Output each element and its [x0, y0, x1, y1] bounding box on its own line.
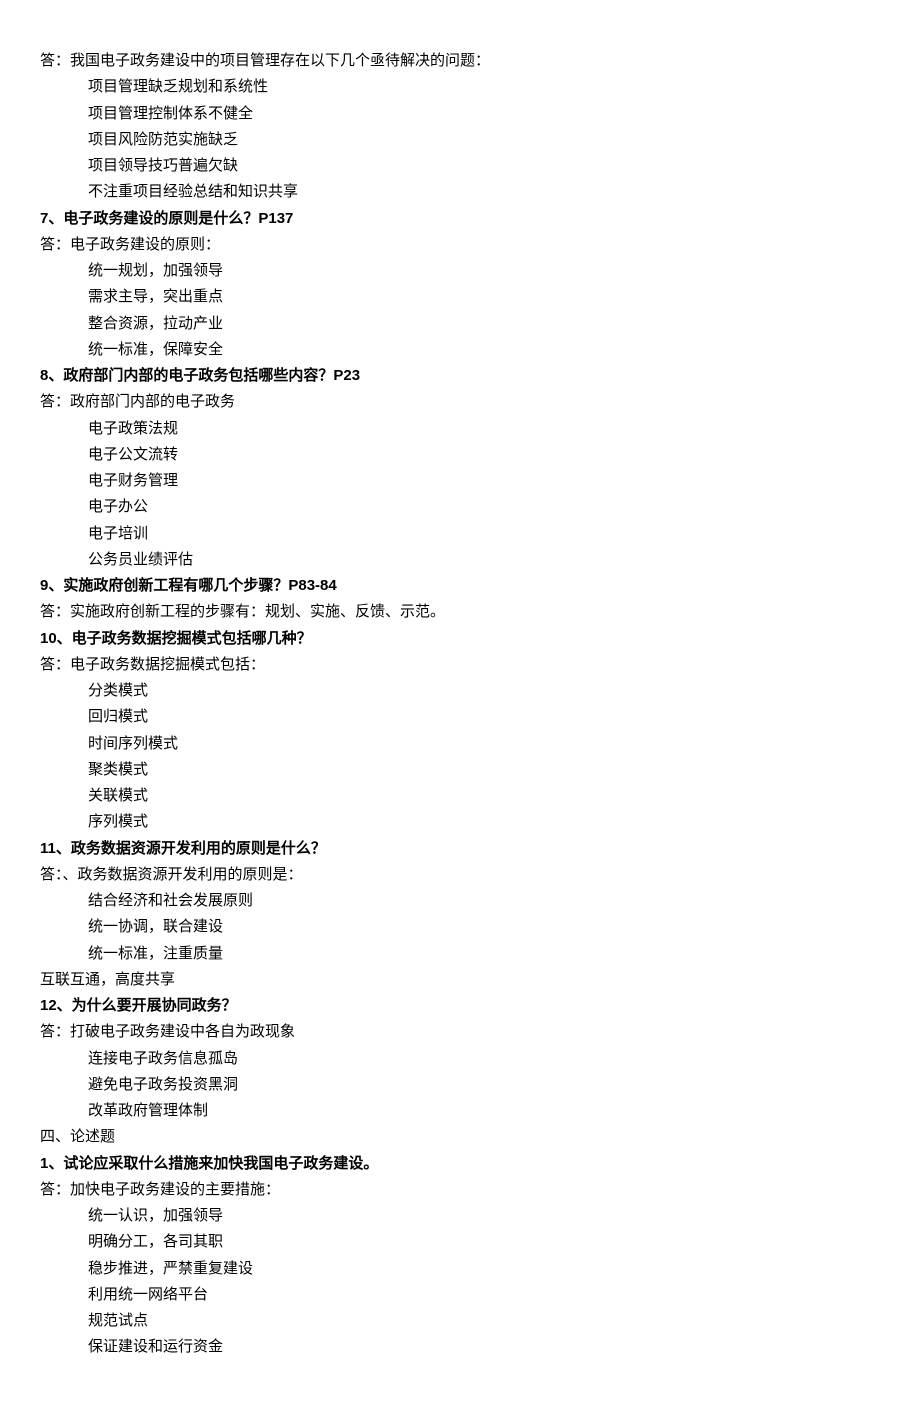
question-heading: 9、实施政府创新工程有哪几个步骤？P83-84 — [40, 573, 880, 599]
text-line: 项目风险防范实施缺乏 — [40, 127, 880, 153]
text-line: 答：、政务数据资源开发利用的原则是： — [40, 862, 880, 888]
text-line: 需求主导，突出重点 — [40, 284, 880, 310]
text-line: 统一标准，保障安全 — [40, 337, 880, 363]
text-line: 公务员业绩评估 — [40, 547, 880, 573]
question-heading: 1、试论应采取什么措施来加快我国电子政务建设。 — [40, 1151, 880, 1177]
text-line: 分类模式 — [40, 678, 880, 704]
text-line: 保证建设和运行资金 — [40, 1334, 880, 1360]
text-line: 规范试点 — [40, 1308, 880, 1334]
text-line: 避免电子政务投资黑洞 — [40, 1072, 880, 1098]
text-line: 关联模式 — [40, 783, 880, 809]
text-line: 答：打破电子政务建设中各自为政现象 — [40, 1019, 880, 1045]
text-line: 答：我国电子政务建设中的项目管理存在以下几个亟待解决的问题： — [40, 48, 880, 74]
text-line: 答：电子政务建设的原则： — [40, 232, 880, 258]
question-heading: 11、政务数据资源开发利用的原则是什么？ — [40, 836, 880, 862]
text-line: 不注重项目经验总结和知识共享 — [40, 179, 880, 205]
text-line: 答：政府部门内部的电子政务 — [40, 389, 880, 415]
text-line: 答：实施政府创新工程的步骤有：规划、实施、反馈、示范。 — [40, 599, 880, 625]
text-line: 项目管理缺乏规划和系统性 — [40, 74, 880, 100]
text-line: 连接电子政务信息孤岛 — [40, 1046, 880, 1072]
text-line: 四、论述题 — [40, 1124, 880, 1150]
text-line: 项目管理控制体系不健全 — [40, 101, 880, 127]
text-line: 统一协调，联合建设 — [40, 914, 880, 940]
question-heading: 12、为什么要开展协同政务？ — [40, 993, 880, 1019]
text-line: 利用统一网络平台 — [40, 1282, 880, 1308]
text-line: 答：电子政务数据挖掘模式包括： — [40, 652, 880, 678]
text-line: 项目领导技巧普遍欠缺 — [40, 153, 880, 179]
text-line: 电子培训 — [40, 521, 880, 547]
text-line: 统一认识，加强领导 — [40, 1203, 880, 1229]
text-line: 稳步推进，严禁重复建设 — [40, 1256, 880, 1282]
text-line: 统一标准，注重质量 — [40, 941, 880, 967]
text-line: 电子公文流转 — [40, 442, 880, 468]
text-line: 结合经济和社会发展原则 — [40, 888, 880, 914]
question-heading: 8、政府部门内部的电子政务包括哪些内容？P23 — [40, 363, 880, 389]
text-line: 时间序列模式 — [40, 731, 880, 757]
text-line: 电子办公 — [40, 494, 880, 520]
text-line: 统一规划，加强领导 — [40, 258, 880, 284]
text-line: 序列模式 — [40, 809, 880, 835]
question-heading: 7、电子政务建设的原则是什么？P137 — [40, 206, 880, 232]
question-heading: 10、电子政务数据挖掘模式包括哪几种？ — [40, 626, 880, 652]
text-line: 明确分工，各司其职 — [40, 1229, 880, 1255]
text-line: 改革政府管理体制 — [40, 1098, 880, 1124]
text-line: 整合资源，拉动产业 — [40, 311, 880, 337]
text-line: 互联互通，高度共享 — [40, 967, 880, 993]
text-line: 回归模式 — [40, 704, 880, 730]
document-body: 答：我国电子政务建设中的项目管理存在以下几个亟待解决的问题：项目管理缺乏规划和系… — [40, 48, 880, 1361]
text-line: 聚类模式 — [40, 757, 880, 783]
text-line: 电子财务管理 — [40, 468, 880, 494]
text-line: 答：加快电子政务建设的主要措施： — [40, 1177, 880, 1203]
text-line: 电子政策法规 — [40, 416, 880, 442]
